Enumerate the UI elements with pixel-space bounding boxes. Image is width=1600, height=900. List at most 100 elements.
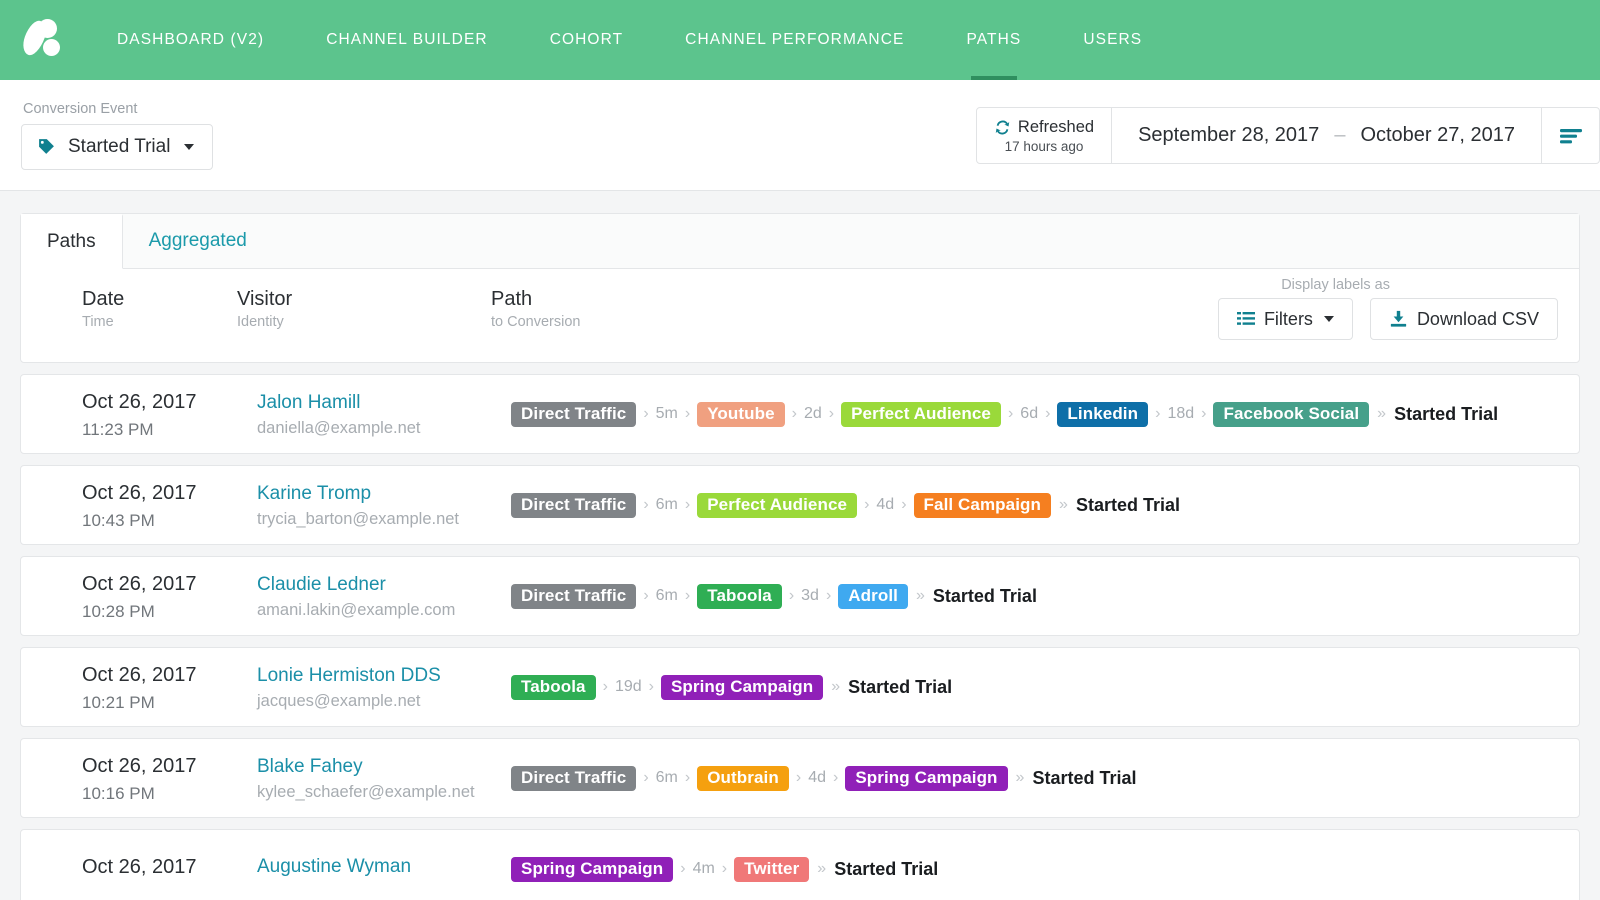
path-chevron-icon: ›	[685, 769, 690, 787]
row-path-cell: Direct Traffic›6m›Outbrain›4d›Spring Cam…	[511, 766, 1579, 791]
table-row[interactable]: Oct 26, 201710:28 PMClaudie Ledneramani.…	[20, 556, 1580, 636]
path-chip[interactable]: Spring Campaign	[661, 675, 823, 700]
download-csv-button[interactable]: Download CSV	[1370, 298, 1558, 340]
header-actions: Display labels as	[1218, 277, 1558, 340]
row-visitor-cell: Lonie Hermiston DDSjacques@example.net	[257, 663, 511, 712]
row-visitor-cell: Karine Tromp trycia_barton@example.net	[257, 481, 511, 530]
paths-table-card: PathsAggregated Date Time Visitor Identi…	[20, 213, 1580, 363]
date-range-end: October 27, 2017	[1360, 124, 1515, 147]
date-range-start: September 28, 2017	[1138, 124, 1319, 147]
chevron-down-icon	[184, 144, 194, 150]
analytics-logo-icon[interactable]	[22, 17, 64, 63]
row-path-cell: Direct Traffic›6m›Taboola›3d›Adroll»Star…	[511, 584, 1579, 609]
filter-lines-button[interactable]	[1542, 107, 1600, 164]
path-chip[interactable]: Spring Campaign	[511, 857, 673, 882]
list-icon	[1237, 311, 1255, 327]
row-visitor-name[interactable]: Augustine Wyman	[257, 854, 511, 880]
tab-aggregated[interactable]: Aggregated	[123, 213, 273, 268]
filter-lines-icon	[1558, 127, 1584, 145]
row-visitor-name[interactable]: Lonie Hermiston DDS	[257, 663, 511, 689]
row-time: 10:28 PM	[82, 602, 257, 622]
paths-content: PathsAggregated Date Time Visitor Identi…	[0, 191, 1600, 900]
row-visitor-cell: Augustine Wyman	[257, 854, 511, 884]
column-header-visitor-sub: Identity	[237, 314, 491, 330]
path-chevron-icon: ›	[789, 587, 794, 605]
column-header-date-sub: Time	[82, 314, 237, 330]
row-visitor-name[interactable]: Claudie Ledner	[257, 572, 511, 598]
row-date: Oct 26, 2017	[82, 480, 257, 507]
path-chip[interactable]: Direct Traffic	[511, 493, 636, 518]
row-visitor-cell: Blake Faheykylee_schaefer@example.net	[257, 754, 511, 803]
path-chip[interactable]: Fall Campaign	[914, 493, 1052, 518]
path-chip[interactable]: Spring Campaign	[845, 766, 1007, 791]
path-chip[interactable]: Youtube	[697, 402, 784, 427]
path-chevron-icon: ›	[685, 587, 690, 605]
path-chevron-icon: ›	[864, 496, 869, 514]
path-chip[interactable]: Outbrain	[697, 766, 789, 791]
filters-button[interactable]: Filters	[1218, 298, 1353, 340]
table-row[interactable]: Oct 26, 2017Augustine WymanSpring Campai…	[20, 829, 1580, 900]
row-date: Oct 26, 2017	[82, 854, 257, 881]
path-chip[interactable]: Direct Traffic	[511, 402, 636, 427]
table-row[interactable]: Oct 26, 201711:23 PMJalon Hamilldaniella…	[20, 374, 1580, 454]
row-visitor-email: trycia_barton@example.net	[257, 510, 511, 529]
path-chevron-icon: ›	[643, 405, 648, 423]
path-chevron-icon: ›	[643, 769, 648, 787]
path-time-gap: 19d	[615, 678, 642, 696]
path-chevron-icon: ›	[829, 405, 834, 423]
path-double-chevron-icon: »	[916, 587, 925, 605]
path-chip[interactable]: Perfect Audience	[697, 493, 857, 518]
path-chevron-icon: ›	[680, 860, 685, 878]
tab-paths[interactable]: Paths	[21, 214, 123, 269]
refresh-icon	[994, 119, 1011, 136]
row-visitor-name[interactable]: Blake Fahey	[257, 754, 511, 780]
nav-item-paths[interactable]: PATHS	[935, 0, 1052, 80]
path-chip[interactable]: Taboola	[511, 675, 596, 700]
logo-dot-bottom	[43, 39, 60, 56]
table-row[interactable]: Oct 26, 2017 10:21 PMLonie Hermiston DDSj…	[20, 647, 1580, 727]
nav-item-cohort[interactable]: COHORT	[519, 0, 654, 80]
path-chevron-icon: ›	[826, 587, 831, 605]
row-time: 10:43 PM	[82, 511, 257, 531]
nav-item-users[interactable]: USERS	[1052, 0, 1173, 80]
path-chevron-icon: ›	[643, 496, 648, 514]
path-chip[interactable]: Direct Traffic	[511, 766, 636, 791]
row-date-cell: Oct 26, 2017 10:43 PM	[21, 480, 257, 531]
path-chip[interactable]: Adroll	[838, 584, 908, 609]
path-chip[interactable]: Taboola	[697, 584, 782, 609]
path-chip[interactable]: Direct Traffic	[511, 584, 636, 609]
date-range-picker[interactable]: September 28, 2017 – October 27, 2017	[1112, 107, 1542, 164]
table-row[interactable]: Oct 26, 201710:16 PMBlake Faheykylee_sch…	[20, 738, 1580, 818]
nav-item-dashboard-v2[interactable]: DASHBOARD (V2)	[86, 0, 295, 80]
path-double-chevron-icon: »	[817, 860, 826, 878]
row-date: Oct 26, 2017	[82, 753, 257, 780]
path-chip[interactable]: Linkedin	[1057, 402, 1148, 427]
path-chevron-icon: ›	[901, 496, 906, 514]
nav-item-channel-performance[interactable]: CHANNEL PERFORMANCE	[654, 0, 935, 80]
path-time-gap: 2d	[804, 405, 822, 423]
row-visitor-name[interactable]: Jalon Hamill	[257, 390, 511, 416]
top-navbar: DASHBOARD (V2)CHANNEL BUILDERCOHORTCHANN…	[0, 0, 1600, 80]
table-row[interactable]: Oct 26, 2017 10:43 PMKarine Tromp trycia_b…	[20, 465, 1580, 545]
path-chip[interactable]: Facebook Social	[1213, 402, 1369, 427]
nav-item-channel-builder[interactable]: CHANNEL BUILDER	[295, 0, 519, 80]
conversion-event-select[interactable]: Started Trial	[21, 124, 213, 170]
tag-icon	[37, 137, 56, 156]
row-visitor-name[interactable]: Karine Tromp	[257, 481, 511, 507]
path-time-gap: 6m	[656, 496, 678, 514]
row-visitor-cell: Claudie Ledneramani.lakin@example.com	[257, 572, 511, 621]
path-chevron-icon: ›	[643, 587, 648, 605]
row-path-cell: Spring Campaign›4m›Twitter»Started Trial	[511, 857, 1579, 882]
refresh-button[interactable]: Refreshed 17 hours ago	[976, 107, 1112, 164]
row-path-cell: Taboola›19d›Spring Campaign»Started Tria…	[511, 675, 1579, 700]
row-time: 10:21 PM	[82, 693, 257, 713]
path-time-gap: 5m	[656, 405, 678, 423]
path-time-gap: 6d	[1020, 405, 1038, 423]
path-chip[interactable]: Twitter	[734, 857, 809, 882]
path-conversion-label: Started Trial	[1076, 495, 1180, 516]
row-date: Oct 26, 2017	[82, 662, 257, 689]
path-chip[interactable]: Perfect Audience	[841, 402, 1001, 427]
column-header-visitor: Visitor Identity	[237, 287, 491, 330]
conversion-event-block: Conversion Event Started Trial	[21, 101, 213, 170]
path-chevron-icon: ›	[833, 769, 838, 787]
